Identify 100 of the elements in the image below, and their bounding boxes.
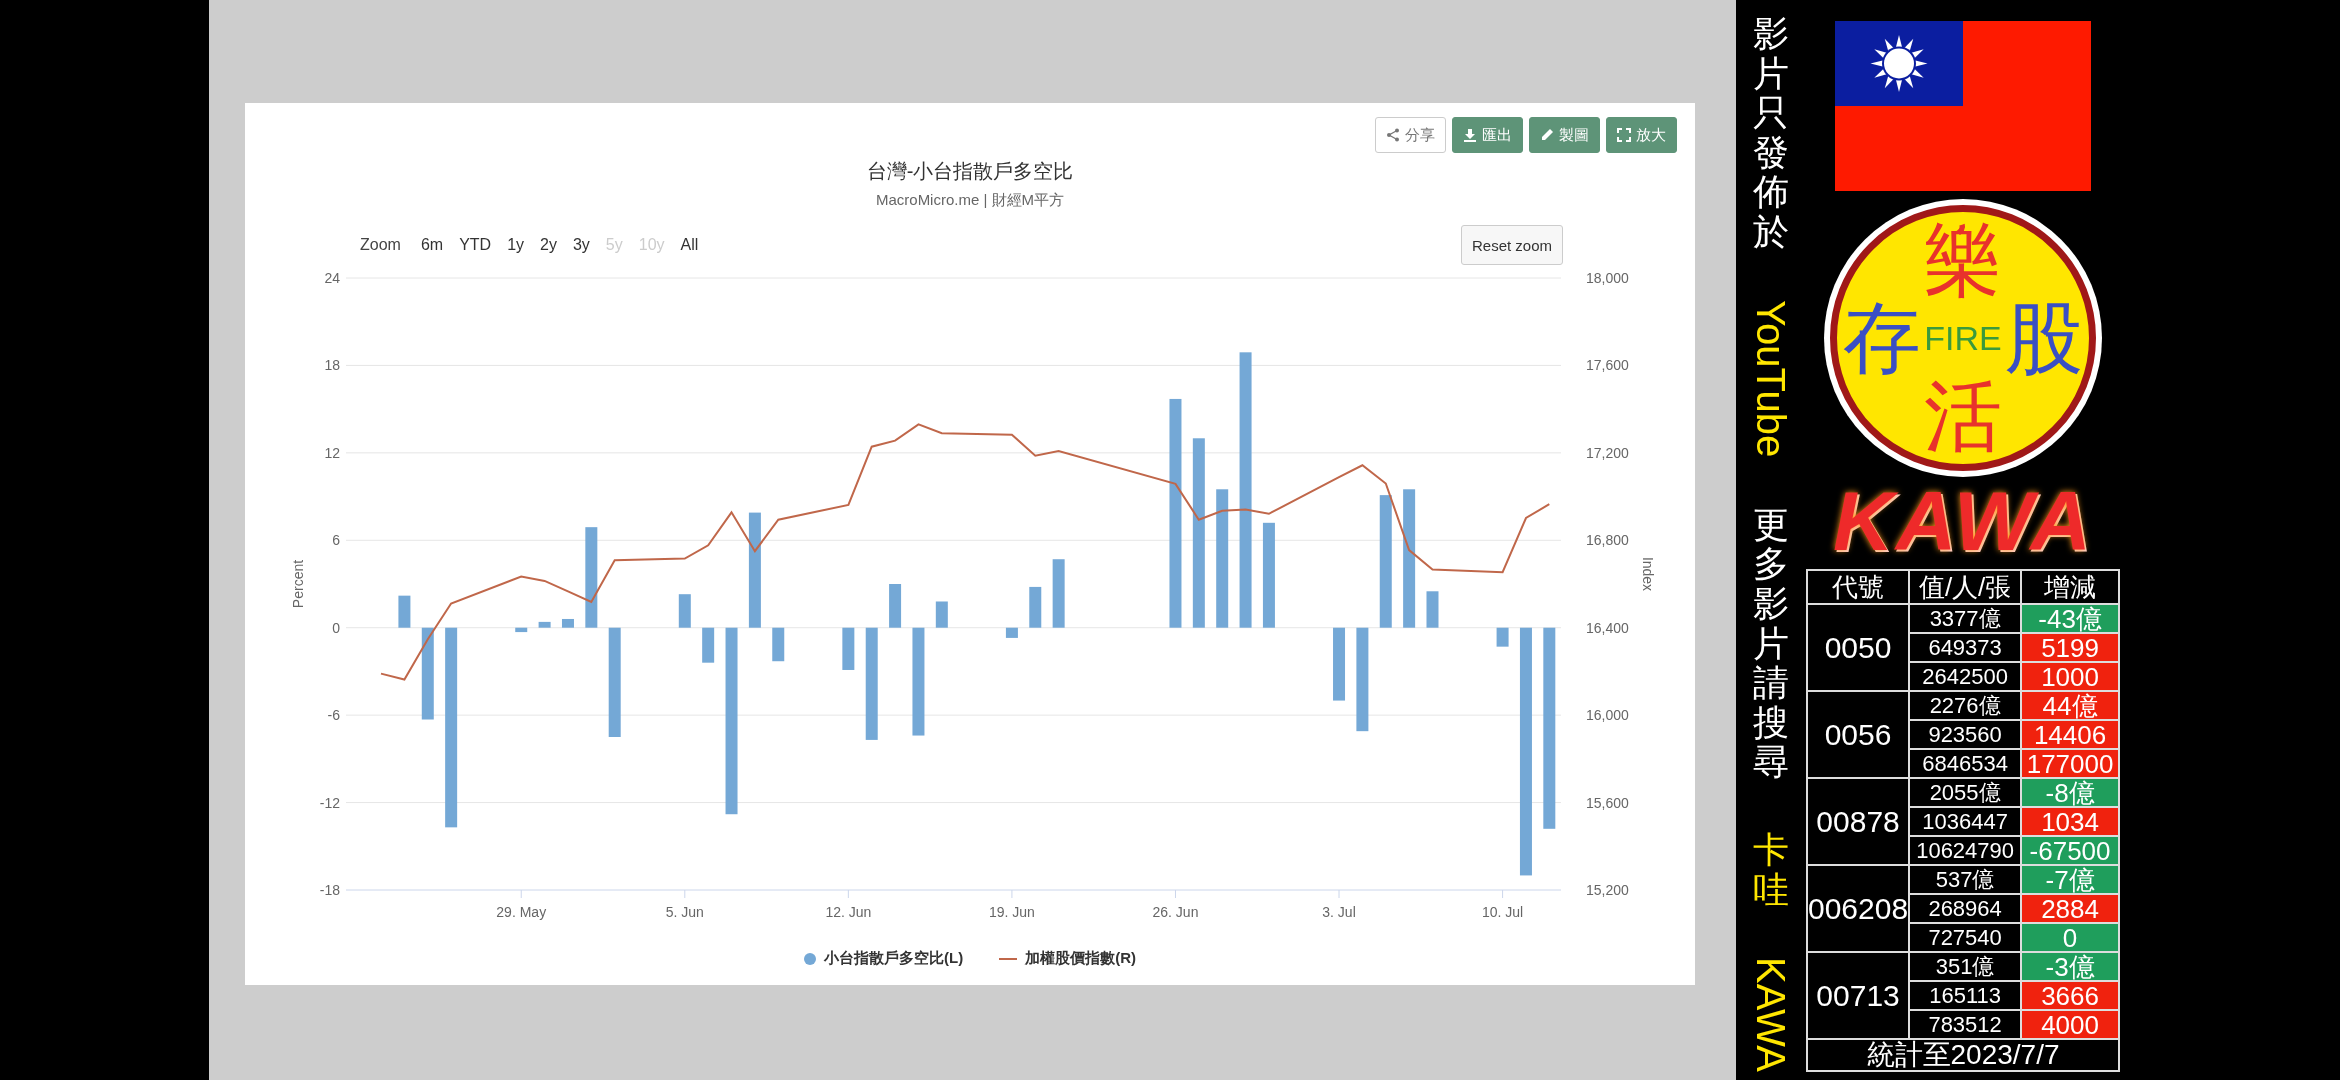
axis-label: 18 [324, 357, 340, 374]
table-cell: 00713 [1807, 952, 1910, 1039]
reset-zoom-button[interactable]: Reset zoom [1460, 225, 1563, 265]
table-cell: 3377億 [1909, 604, 2022, 633]
table-cell: 351億 [1909, 952, 2022, 981]
bar [1052, 559, 1065, 628]
zoom-label: Zoom [360, 236, 401, 254]
legend-item[interactable]: 加權股價指數(R) [999, 949, 1136, 968]
legend-item[interactable]: 小台指散戶多空比(L) [804, 949, 964, 968]
chart-title: 台灣-小台指散戶多空比 [866, 159, 1074, 184]
bar [1005, 627, 1018, 638]
table-cell: 177000 [2021, 749, 2119, 778]
axis-label: 26. Jun [1152, 904, 1199, 920]
range-button[interactable]: 3y [564, 236, 598, 254]
flag-icon [1835, 21, 2091, 191]
table-cell: -7億 [2021, 865, 2119, 894]
axis-label: 16,800 [1586, 532, 1629, 549]
expand-icon [1617, 128, 1631, 142]
axis-label: 24 [324, 270, 340, 286]
logo-text: 活 [1924, 377, 2002, 455]
table-cell: 1036447 [1909, 807, 2022, 836]
table-cell: 727540 [1909, 923, 2022, 952]
table-cell: -8億 [2021, 778, 2119, 807]
table-cell: 537億 [1909, 865, 2022, 894]
bar [889, 584, 902, 628]
table-footer: 統計至2023/7/7 [1807, 1039, 2119, 1071]
table-cell: 3666 [2021, 981, 2119, 1010]
table-cell: 10624790 [1909, 836, 2022, 865]
table-cell: 923560 [1909, 720, 2022, 749]
bar [935, 601, 948, 628]
table-cell: 2642500 [1909, 662, 2022, 691]
range-button[interactable]: 6m [412, 236, 452, 254]
table-cell: -43億 [2021, 604, 2119, 633]
axis-label: 17,600 [1586, 357, 1629, 374]
table-cell: 44億 [2021, 691, 2119, 720]
table-cell: 14406 [2021, 720, 2119, 749]
axis-label: 18,000 [1586, 270, 1629, 286]
bar [1029, 586, 1042, 628]
range-button[interactable]: 1y [499, 236, 533, 254]
share-icon [1386, 128, 1400, 142]
bar [842, 627, 855, 670]
table-cell: 2055億 [1909, 778, 2022, 807]
table-cell: 5199 [2021, 633, 2119, 662]
axis-label: -12 [319, 794, 340, 811]
toolbar-button[interactable]: 放大 [1606, 117, 1677, 153]
table-cell: -3億 [2021, 952, 2119, 981]
range-button[interactable]: All [672, 236, 707, 254]
bar [1426, 591, 1439, 628]
bar [515, 627, 528, 633]
axis-label: 16,400 [1586, 619, 1629, 636]
bar [538, 621, 551, 628]
axis-label: 17,200 [1586, 444, 1629, 461]
axis-label: 19. Jun [988, 904, 1035, 920]
column-header: 代號 [1807, 570, 1910, 604]
axis-label: 12 [324, 444, 340, 461]
axis-label: 12. Jun [825, 904, 872, 920]
range-button[interactable]: YTD [451, 236, 500, 254]
table-cell: 268964 [1909, 894, 2022, 923]
bar [702, 627, 715, 663]
column-header: 值/人/張 [1909, 570, 2022, 604]
toolbar-button[interactable]: 匯出 [1452, 117, 1523, 153]
axis-label: -6 [327, 707, 340, 724]
logo-text: FIRE [1924, 321, 2002, 355]
table-cell: 1034 [2021, 807, 2119, 836]
logo-text: 樂 [1924, 221, 2002, 299]
axis-label: 16,000 [1586, 707, 1629, 724]
axis-label: 29. May [496, 904, 547, 920]
table-cell: 1000 [2021, 662, 2119, 691]
bar [561, 618, 574, 628]
axis-label: 3. Jul [1322, 904, 1356, 920]
download-icon [1463, 128, 1477, 142]
table-cell: 6846534 [1909, 749, 2022, 778]
table-cell: 2884 [2021, 894, 2119, 923]
table-cell: 00878 [1807, 778, 1910, 865]
table-cell: 2276億 [1909, 691, 2022, 720]
table-cell: 649373 [1909, 633, 2022, 662]
logo-text: 存 [1843, 299, 1921, 377]
axis-label: 0 [332, 619, 340, 636]
bar [678, 594, 691, 628]
axis-label: 15,600 [1586, 794, 1629, 811]
table-cell: 4000 [2021, 1010, 2119, 1039]
axis-label: 15,200 [1586, 882, 1629, 898]
axis-label: -18 [319, 882, 340, 898]
table-cell: 0050 [1807, 604, 1910, 691]
axis-label: 10. Jul [1481, 904, 1524, 920]
logo-text: 股 [2005, 299, 2083, 377]
brand-title: KAWA [1833, 475, 2093, 567]
axis-title: Percent [290, 559, 306, 609]
range-button[interactable]: 2y [532, 236, 565, 254]
toolbar-button[interactable]: 製圖 [1529, 117, 1600, 153]
table-cell: 783512 [1909, 1010, 2022, 1039]
axis-label: 6 [332, 532, 340, 549]
vertical-caption: 影片只發佈於 YouTube 更多影片請搜尋 卡哇 KAWA [1748, 12, 1794, 1074]
pencil-icon [1540, 128, 1554, 142]
chart-subtitle: MacroMicro.me | 財經M平方 [875, 190, 1065, 210]
table-cell: 165113 [1909, 981, 2022, 1010]
bar [398, 595, 411, 628]
axis-label: 5. Jun [665, 904, 704, 920]
toolbar-button[interactable]: 分享 [1375, 117, 1446, 153]
axis-title: Index [1640, 556, 1656, 592]
